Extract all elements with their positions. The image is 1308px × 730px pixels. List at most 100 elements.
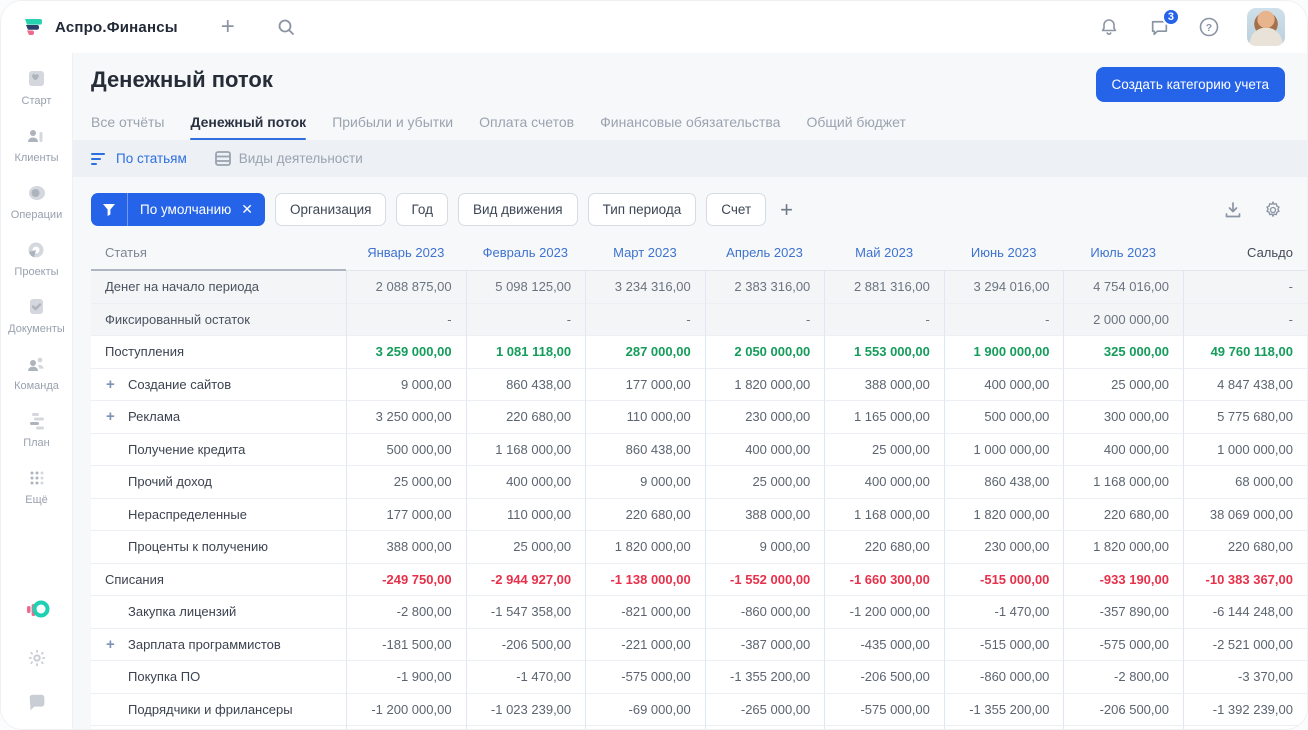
sidebar-item-projects[interactable]: Проекты [14, 238, 59, 278]
tab-cash-flow[interactable]: Денежный поток [190, 114, 306, 140]
report-tabs: Все отчёты Денежный поток Прибыли и убыт… [73, 102, 1307, 140]
saldo-cell: -2 521 000,00 [1182, 628, 1307, 661]
row-label[interactable]: Проценты к получению [91, 531, 346, 564]
table-row: Покупка ПО -1 900,00 -1 470,00 -575 000,00-… [91, 661, 1307, 694]
projects-icon [28, 242, 44, 258]
column-header-month-2[interactable]: Февраль 2023 [465, 236, 586, 271]
value-cell: -69 000,00 [585, 693, 705, 726]
column-header-month-1[interactable]: Январь 2023 [346, 236, 466, 271]
table-row: +Зарплата программистов-2 800,00-1 547 3… [91, 726, 1307, 729]
tab-general-budget[interactable]: Общий бюджет [806, 114, 905, 140]
saldo-cell: 49 760 118,00 [1182, 336, 1307, 369]
add-filter-icon[interactable]: + [776, 197, 797, 223]
column-header-month-7[interactable]: Июль 2023 [1063, 236, 1183, 271]
row-label[interactable]: Закупка лицензий [91, 596, 346, 629]
tab-all-reports[interactable]: Все отчёты [91, 114, 164, 140]
value-cell: 220 680,00 [824, 531, 944, 564]
sidebar-item-label: Документы [8, 323, 65, 335]
row-label[interactable]: Списания [91, 564, 346, 596]
help-icon[interactable]: ? [1197, 15, 1221, 39]
filter-chip-period-type[interactable]: Тип периода [587, 193, 697, 226]
filter-chip-organization[interactable]: Организация [275, 193, 387, 226]
saldo-cell: -10 383 367,00 [1182, 563, 1307, 596]
tab-financial-obligations[interactable]: Финансовые обязательства [600, 114, 780, 140]
saldo-cell: -1 392 239,00 [1182, 693, 1307, 726]
value-cell: -1 470,00 [465, 661, 586, 694]
column-header-month-5[interactable]: Май 2023 [824, 236, 944, 271]
table-row: Проценты к получению 388 000,00 25 000,00 1… [91, 531, 1307, 564]
row-label[interactable]: +Зарплата программистов [91, 726, 346, 729]
row-label[interactable]: Прочий доход [91, 466, 346, 499]
expand-row-icon[interactable]: + [106, 408, 115, 425]
bottom-brand-icon[interactable] [24, 599, 50, 625]
row-label[interactable]: + Создание сайтов [91, 369, 346, 401]
sidebar-item-more[interactable]: Ещё [25, 466, 49, 506]
value-cell: -1 200 000,00 [346, 693, 466, 726]
filter-chip-year[interactable]: Год [396, 193, 448, 226]
table-row: Подрядчики и фрилансеры -1 200 000,00 -1 0… [91, 693, 1307, 726]
value-cell: -1 547 358,00 [465, 596, 586, 629]
search-icon[interactable] [274, 15, 298, 39]
value-cell: 230 000,00 [704, 401, 825, 434]
value-cell: 9 000,00 [585, 466, 705, 499]
value-cell: 400 000,00 [943, 368, 1064, 401]
top-bar: Аспро.Финансы + 3 ? [1, 1, 1307, 53]
team-icon [28, 357, 45, 371]
value-cell: - [824, 303, 944, 336]
subtab-activity-types[interactable]: Виды деятельности [214, 151, 363, 166]
column-header-month-3[interactable]: Март 2023 [585, 236, 705, 271]
row-label[interactable]: Поступления [91, 336, 346, 369]
value-cell: 3 234 316,00 [585, 271, 705, 304]
active-filter-pill[interactable]: По умолчанию ✕ [91, 193, 266, 226]
table-row: Прочий доход 25 000,00 400 000,00 9 000,00 2… [91, 466, 1307, 499]
value-cell: 388 000,00 [704, 498, 825, 531]
value-cell: -2 944 927,00 [465, 563, 586, 596]
expand-row-icon[interactable]: + [106, 636, 115, 653]
sidebar-item-label: Проекты [14, 266, 59, 278]
row-label[interactable]: Покупка ПО [91, 661, 346, 694]
table-row: Списания -249 750,00 -2 944 927,00 -1 138 0… [91, 563, 1307, 596]
value-cell: 400 000,00 [704, 433, 825, 466]
stack-icon [214, 151, 231, 166]
row-label[interactable]: Получение кредита [91, 434, 346, 466]
filter-chip-account[interactable]: Счет [706, 193, 767, 226]
clear-filter-icon[interactable]: ✕ [239, 201, 265, 218]
row-label: Денег на начало периода [91, 271, 346, 304]
sidebar-item-documents[interactable]: Документы [8, 295, 65, 335]
value-cell: -575 000,00 [1063, 628, 1183, 661]
value-cell: 1 820 000,00 [585, 531, 705, 564]
saldo-cell: 1 000 000,00 [1182, 433, 1307, 466]
tab-invoice-payment[interactable]: Оплата счетов [479, 114, 574, 140]
sidebar-item-label: Команда [14, 380, 59, 392]
filter-chip-movement-type[interactable]: Вид движения [457, 193, 578, 226]
table-settings-gear-icon[interactable] [1261, 198, 1285, 222]
value-cell: -1 552 000,00 [704, 563, 825, 596]
column-header-month-4[interactable]: Апрель 2023 [704, 236, 825, 271]
sidebar-item-plan[interactable]: План [23, 409, 50, 449]
subtab-by-articles[interactable]: По статьям [91, 151, 187, 166]
create-category-button[interactable]: Создать категорию учета [1095, 67, 1285, 102]
avatar[interactable] [1247, 8, 1285, 46]
value-cell: -821 000,00 [585, 596, 705, 629]
value-cell: 1 168 000,00 [465, 433, 586, 466]
download-icon[interactable] [1221, 198, 1245, 222]
saldo-cell: - [1182, 271, 1307, 304]
sidebar-item-operations[interactable]: Операции [11, 181, 62, 221]
tab-profit-loss[interactable]: Прибыли и убытки [332, 114, 453, 140]
notifications-bell-icon[interactable] [1097, 15, 1121, 39]
column-header-month-6[interactable]: Июнь 2023 [943, 236, 1064, 271]
support-chat-icon[interactable] [25, 691, 49, 715]
settings-gear-icon[interactable] [25, 646, 49, 670]
row-label[interactable]: + Реклама [91, 401, 346, 434]
row-label[interactable]: Нераспределенные [91, 499, 346, 531]
value-cell: -860 000,00 [704, 596, 825, 629]
add-icon[interactable]: + [216, 15, 240, 39]
value-cell: 25 000,00 [704, 466, 825, 499]
row-label[interactable]: Подрядчики и фрилансеры [91, 694, 346, 726]
sidebar-item-start[interactable]: Старт [22, 67, 51, 107]
row-label[interactable]: +Зарплата программистов [91, 629, 346, 661]
sidebar-item-team[interactable]: Команда [14, 352, 59, 392]
expand-row-icon[interactable]: + [106, 376, 115, 393]
chat-icon[interactable]: 3 [1147, 8, 1180, 39]
sidebar-item-clients[interactable]: Клиенты [14, 124, 59, 164]
